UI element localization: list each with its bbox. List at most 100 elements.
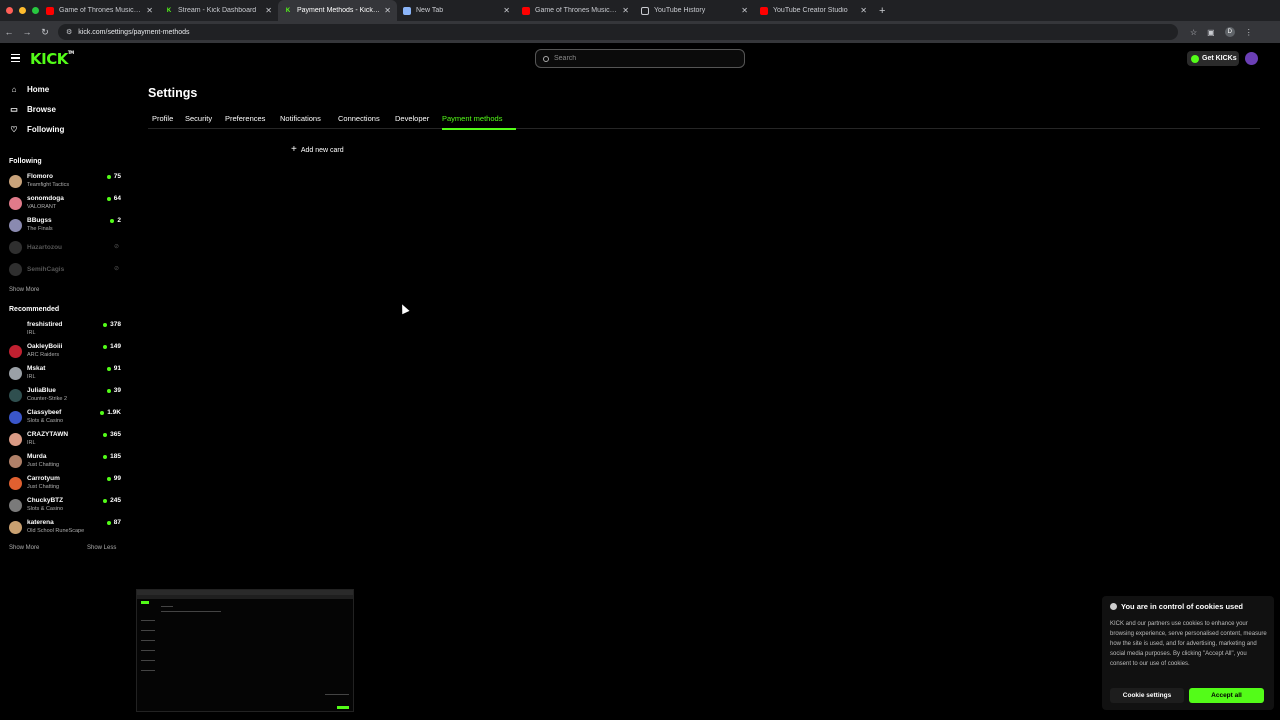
sidebar-item-label: Following bbox=[27, 125, 65, 134]
back-icon[interactable]: ← bbox=[0, 27, 18, 37]
tab-developer[interactable]: Developer bbox=[395, 114, 429, 123]
cookie-settings-button[interactable]: Cookie settings bbox=[1110, 688, 1184, 703]
close-icon[interactable]: ✕ bbox=[741, 6, 748, 15]
channel-name: Murda bbox=[27, 453, 47, 460]
channel-name: Carrotyum bbox=[27, 475, 60, 482]
live-dot-icon bbox=[103, 432, 108, 437]
tab-payment-methods[interactable]: Payment methods bbox=[442, 114, 502, 123]
viewer-count: 365 bbox=[103, 431, 121, 438]
browser-tab[interactable]: Game of Thrones Music & Nature ✕ bbox=[516, 0, 635, 21]
sidebar-channel-item[interactable]: Murda Just Chatting 185 bbox=[9, 452, 121, 472]
channel-category: Just Chatting bbox=[27, 462, 60, 468]
site-header: KICKTM Get KICKs bbox=[0, 43, 1280, 75]
close-icon[interactable]: ✕ bbox=[860, 6, 867, 15]
sidebar-channel-item[interactable]: Hazartozou ⊘ bbox=[9, 238, 121, 258]
hamburger-menu-icon[interactable] bbox=[11, 54, 20, 62]
offline-icon: ⊘ bbox=[113, 266, 119, 272]
live-dot-icon bbox=[106, 388, 111, 393]
tab-security[interactable]: Security bbox=[185, 114, 212, 123]
browser-tab-active[interactable]: K Payment Methods - Kick Stream ✕ bbox=[278, 0, 397, 21]
forward-icon[interactable]: → bbox=[18, 27, 36, 37]
tab-profile[interactable]: Profile bbox=[152, 114, 173, 123]
show-more-following-link[interactable]: Show More bbox=[9, 287, 39, 293]
channel-category: Just Chatting bbox=[27, 484, 60, 490]
tab-title: Game of Thrones Music & Nature bbox=[535, 7, 618, 14]
accept-all-button[interactable]: Accept all bbox=[1189, 688, 1264, 703]
search-input[interactable] bbox=[554, 55, 734, 62]
minimize-window-button[interactable] bbox=[19, 7, 26, 14]
close-icon[interactable]: ✕ bbox=[384, 6, 391, 15]
tab-title: YouTube History bbox=[654, 7, 706, 14]
sidebar-channel-item[interactable]: JuliaBlue Counter-Strike 2 39 bbox=[9, 386, 121, 406]
offline-icon: ⊘ bbox=[113, 244, 119, 250]
sidebar-channel-item[interactable]: sonomdoga VALORANT 64 bbox=[9, 194, 121, 214]
channel-name: OakleyBoiii bbox=[27, 343, 63, 350]
sidebar-channel-item[interactable]: ChuckyBTZ Slots & Casino 245 bbox=[9, 496, 121, 516]
close-icon[interactable]: ✕ bbox=[146, 6, 153, 15]
live-dot-icon bbox=[106, 476, 111, 481]
sidebar-channel-item[interactable]: Mskat IRL 91 bbox=[9, 364, 121, 384]
browser-tab[interactable]: K Stream - Kick Dashboard ✕ bbox=[159, 0, 278, 21]
reload-icon[interactable]: ↻ bbox=[36, 27, 54, 38]
channel-name: Classybeef bbox=[27, 409, 62, 416]
add-new-card-button[interactable]: + Add new card bbox=[291, 145, 344, 155]
sidebar-channel-item[interactable]: CRAZYTAWN IRL 365 bbox=[9, 430, 121, 450]
sidebar-item-home[interactable]: ⌂ Home bbox=[9, 85, 50, 94]
viewer-count-value: 149 bbox=[110, 343, 121, 350]
tab-connections[interactable]: Connections bbox=[338, 114, 380, 123]
channel-category: IRL bbox=[27, 440, 36, 446]
tab-preferences[interactable]: Preferences bbox=[225, 114, 265, 123]
thumbnail-title bbox=[161, 606, 173, 607]
browser-tab[interactable]: Game of Thrones Music & Nature ✕ bbox=[40, 0, 159, 21]
channel-category: Slots & Casino bbox=[27, 506, 64, 512]
channel-avatar bbox=[9, 411, 22, 424]
sidebar-channel-item[interactable]: BBugss The Finals 2 bbox=[9, 216, 121, 236]
thumbnail-tabs bbox=[161, 611, 221, 612]
mouse-cursor bbox=[398, 302, 410, 315]
close-icon[interactable]: ✕ bbox=[622, 6, 629, 15]
search-bar[interactable] bbox=[535, 49, 745, 68]
user-avatar[interactable] bbox=[1245, 52, 1258, 65]
show-more-link[interactable]: Show More bbox=[9, 545, 39, 551]
browser-tab[interactable]: New Tab ✕ bbox=[397, 0, 516, 21]
maximize-window-button[interactable] bbox=[32, 7, 39, 14]
bookmark-star-icon[interactable]: ☆ bbox=[1190, 28, 1197, 37]
channel-category: IRL bbox=[27, 330, 36, 336]
kick-logo[interactable]: KICKTM bbox=[30, 50, 74, 68]
sidebar-item-browse[interactable]: ▭ Browse bbox=[9, 105, 56, 114]
viewer-count-value: 99 bbox=[113, 475, 121, 482]
channel-category: IRL bbox=[27, 374, 36, 380]
close-icon[interactable]: ✕ bbox=[503, 6, 510, 15]
tab-notifications[interactable]: Notifications bbox=[280, 114, 321, 123]
get-kicks-button[interactable]: Get KICKs bbox=[1187, 51, 1239, 66]
close-window-button[interactable] bbox=[6, 7, 13, 14]
sidebar-channel-item[interactable]: Classybeef Slots & Casino 1.9K bbox=[9, 408, 121, 428]
viewer-count: 75 bbox=[106, 173, 121, 180]
extensions-icon[interactable]: ▣ bbox=[1207, 28, 1215, 37]
viewer-count: 2 bbox=[110, 217, 121, 224]
new-tab-button[interactable]: + bbox=[873, 5, 885, 17]
screen-thumbnail-preview[interactable] bbox=[136, 589, 354, 712]
url-field[interactable]: ⚙ kick.com/settings/payment-methods bbox=[58, 24, 1178, 40]
sidebar-channel-item[interactable]: SemihCagis ⊘ bbox=[9, 260, 121, 280]
browser-tab[interactable]: YouTube History ✕ bbox=[635, 0, 754, 21]
sidebar-channel-item[interactable]: Flomoro Teamfight Tactics 75 bbox=[9, 172, 121, 192]
profile-avatar[interactable]: D bbox=[1224, 27, 1235, 37]
channel-category: Old School RuneScape bbox=[27, 528, 85, 534]
cookie-banner-body: KICK and our partners use cookies to enh… bbox=[1110, 621, 1267, 667]
sidebar-item-following[interactable]: ♡ Following bbox=[9, 125, 64, 134]
plus-icon: + bbox=[291, 144, 297, 155]
site-info-icon[interactable]: ⚙ bbox=[66, 28, 72, 36]
live-dot-icon bbox=[106, 520, 111, 525]
sidebar-channel-item[interactable]: freshistired IRL 378 bbox=[9, 320, 121, 340]
sidebar-channel-item[interactable]: Carrotyum Just Chatting 99 bbox=[9, 474, 121, 494]
channel-name: JuliaBlue bbox=[27, 387, 56, 394]
browser-menu-icon[interactable]: ⋮ bbox=[1245, 28, 1253, 37]
show-less-link[interactable]: Show Less bbox=[87, 545, 116, 551]
sidebar-channel-item[interactable]: OakleyBoiii ARC Raiders 149 bbox=[9, 342, 121, 362]
channel-name: freshistired bbox=[27, 321, 63, 328]
close-icon[interactable]: ✕ bbox=[265, 6, 272, 15]
cookie-consent-banner: You are in control of cookies used KICK … bbox=[1102, 596, 1274, 710]
sidebar-channel-item[interactable]: katerena Old School RuneScape 87 bbox=[9, 518, 121, 538]
browser-tab[interactable]: YouTube Creator Studio ✕ bbox=[754, 0, 873, 21]
